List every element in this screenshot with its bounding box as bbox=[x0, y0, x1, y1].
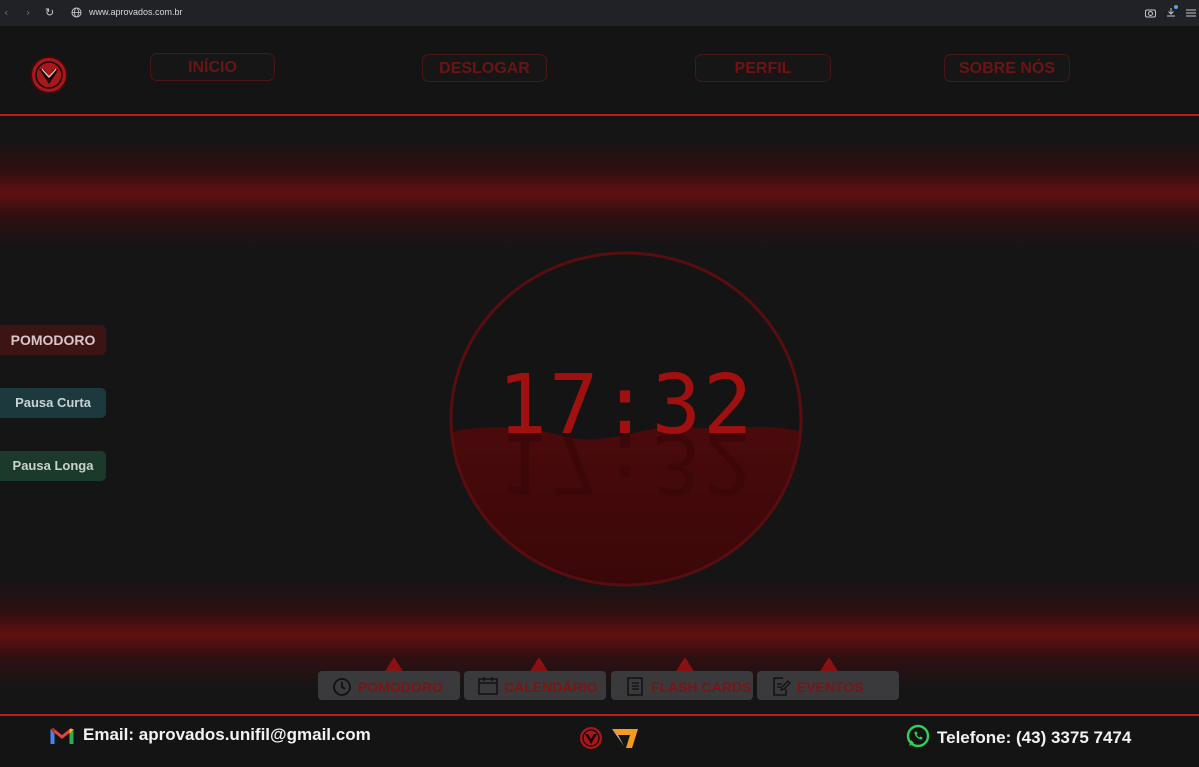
footer-phone[interactable]: Telefone: (43) 3375 7474 bbox=[937, 728, 1131, 748]
whatsapp-icon bbox=[906, 724, 930, 748]
tab-label: POMODORO bbox=[358, 679, 443, 695]
footer-logo-icon bbox=[580, 727, 602, 749]
download-icon[interactable] bbox=[1166, 5, 1178, 18]
notebook-icon bbox=[627, 677, 643, 696]
nav-perfil-button[interactable]: PERFIL bbox=[695, 54, 831, 82]
footer-email[interactable]: Email: aprovados.unifil@gmail.com bbox=[83, 725, 371, 745]
site-logo[interactable] bbox=[28, 54, 70, 96]
globe-icon bbox=[71, 7, 82, 18]
tab-eventos[interactable]: EVENTOS bbox=[757, 671, 899, 700]
mode-short-break-button[interactable]: Pausa Curta bbox=[0, 388, 106, 418]
logo-icon bbox=[30, 56, 68, 94]
tab-calendario[interactable]: CALENDÁRIO bbox=[464, 671, 606, 700]
browser-toolbar: ‹ › ↻ www.aprovados.com.br bbox=[0, 0, 1199, 27]
timer-clock: 17:32 17:32 bbox=[448, 251, 804, 587]
partner-logo-icon bbox=[612, 729, 638, 748]
tab-pomodoro[interactable]: POMODORO bbox=[318, 671, 460, 700]
nav-sobre-nos-button[interactable]: SOBRE NÓS bbox=[944, 54, 1070, 82]
menu-icon[interactable] bbox=[1186, 8, 1196, 18]
back-icon[interactable]: ‹ bbox=[4, 6, 8, 19]
tab-label: FLASH CARDS bbox=[651, 679, 752, 695]
tab-label: EVENTOS bbox=[797, 679, 864, 695]
forward-icon[interactable]: › bbox=[26, 6, 30, 19]
top-red-glow bbox=[0, 138, 1199, 248]
tab-label: CALENDÁRIO bbox=[504, 679, 598, 695]
timer-reflection: 17:32 bbox=[497, 415, 755, 510]
gmail-icon bbox=[50, 727, 74, 744]
reload-icon[interactable]: ↻ bbox=[45, 6, 54, 19]
address-bar[interactable]: www.aprovados.com.br bbox=[89, 7, 183, 17]
calendar-icon bbox=[478, 677, 498, 695]
nav-inicio-button[interactable]: INÍCIO bbox=[150, 53, 275, 81]
clock-icon bbox=[333, 678, 351, 696]
camera-icon[interactable] bbox=[1145, 8, 1156, 18]
tab-flash-cards[interactable]: FLASH CARDS bbox=[611, 671, 753, 700]
mode-pomodoro-button[interactable]: POMODORO bbox=[0, 325, 106, 355]
mode-long-break-button[interactable]: Pausa Longa bbox=[0, 451, 106, 481]
nav-deslogar-button[interactable]: DESLOGAR bbox=[422, 54, 547, 82]
edit-document-icon bbox=[773, 677, 791, 696]
